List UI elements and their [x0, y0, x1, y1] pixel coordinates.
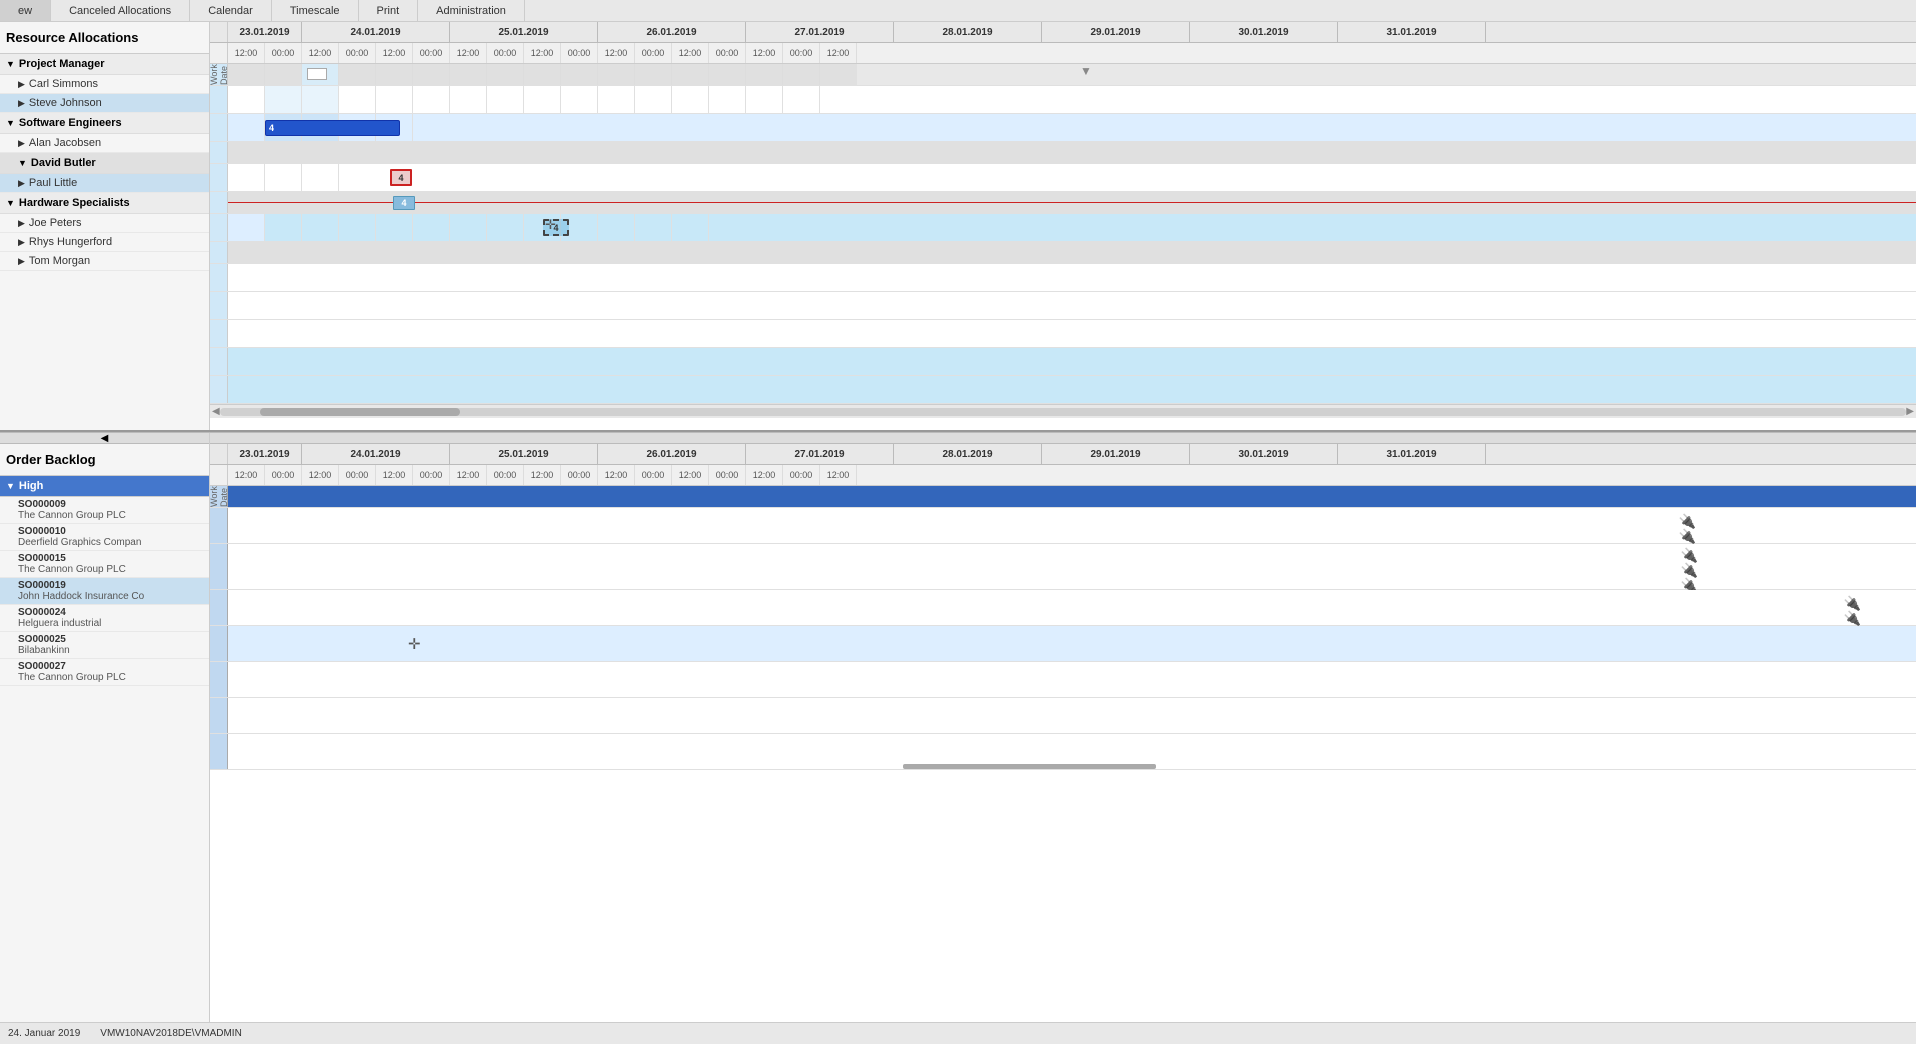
sidebar-item-label-alan: Alan Jacobsen	[29, 137, 101, 149]
sidebar-group-label-se: Software Engineers	[19, 117, 122, 129]
scrollbar-thumb[interactable]	[260, 408, 460, 416]
sidebar-item-david-butler[interactable]: ▼ David Butler	[0, 153, 209, 174]
ob-icon-so000009-2[interactable]: 🔌	[1679, 528, 1696, 545]
collapse-triangle-pm: ▼	[6, 59, 15, 69]
collapse-triangle-db: ▼	[18, 158, 27, 168]
status-date: 24. Januar 2019	[8, 1028, 80, 1039]
menu-timescale[interactable]: Timescale	[272, 0, 359, 21]
sidebar-item-alan-jacobsen[interactable]: ▶ Alan Jacobsen	[0, 134, 209, 153]
bar-label-steve: 4	[266, 123, 277, 133]
collapse-triangle-hs: ▼	[6, 198, 15, 208]
sidebar-item-label-tom: Tom Morgan	[29, 255, 90, 267]
sidebar-group-label-pm: Project Manager	[19, 58, 105, 70]
ob-item-so000010[interactable]: SO000010 Deerfield Graphics Compan	[0, 524, 209, 551]
bar-label-alan: 4	[398, 173, 403, 183]
order-backlog-group-label-high: High	[19, 480, 43, 492]
move-cursor-icon: ✛	[545, 217, 556, 233]
expand-tri-tom: ▶	[18, 256, 25, 267]
workdate-label-ob: Work Date	[210, 486, 229, 507]
ob-icon-so000015-2[interactable]: 🔌	[1844, 610, 1861, 627]
resource-allocations-sidebar: Resource Allocations ▼ Project Manager ▶…	[0, 22, 210, 430]
ob-item-so000009[interactable]: SO000009 The Cannon Group PLC	[0, 497, 209, 524]
ob-item-name-5: Bilabankinn	[18, 645, 203, 656]
collapse-triangle-high: ▼	[6, 481, 15, 491]
bar-label-david: 4	[401, 198, 406, 208]
ob-item-num-0: SO000009	[18, 499, 203, 510]
menu-calendar[interactable]: Calendar	[190, 0, 272, 21]
pane-collapse-handle[interactable]: ◀	[101, 433, 109, 444]
sidebar-item-rhys-hungerford[interactable]: ▶ Rhys Hungerford	[0, 233, 209, 252]
gantt-bar-alan-jacobsen[interactable]: 4	[390, 169, 412, 186]
ob-item-num-1: SO000010	[18, 526, 203, 537]
menu-print[interactable]: Print	[359, 0, 419, 21]
ob-item-so000025[interactable]: SO000025 Bilabankinn	[0, 632, 209, 659]
expand-tri-joe: ▶	[18, 218, 25, 229]
top-menu-bar: ew Canceled Allocations Calendar Timesca…	[0, 0, 1916, 22]
ob-item-num-5: SO000025	[18, 634, 203, 645]
ob-item-name-4: Helguera industrial	[18, 618, 203, 629]
expand-tri-rhys: ▶	[18, 237, 25, 248]
scroll-right-btn[interactable]: ▶	[1906, 406, 1914, 417]
ob-item-num-4: SO000024	[18, 607, 203, 618]
expand-tri-carl: ▶	[18, 79, 25, 90]
ob-item-num-2: SO000015	[18, 553, 203, 564]
sidebar-group-software-engineers[interactable]: ▼ Software Engineers	[0, 113, 209, 134]
resource-allocations-gantt: 23.01.2019 24.01.2019 25.01.2019 26.01.2…	[210, 22, 1916, 430]
gantt-bar-david-butler[interactable]: 4	[393, 196, 415, 210]
order-backlog-gantt: 23.01.2019 24.01.2019 25.01.2019 26.01.2…	[210, 444, 1916, 1022]
collapse-triangle-se: ▼	[6, 118, 15, 128]
resource-allocations-title: Resource Allocations	[0, 22, 209, 54]
ob-item-so000019[interactable]: SO000019 John Haddock Insurance Co	[0, 578, 209, 605]
sidebar-item-label-joe: Joe Peters	[29, 217, 82, 229]
ob-item-name-2: The Cannon Group PLC	[18, 564, 203, 575]
ob-item-so000024[interactable]: SO000024 Helguera industrial	[0, 605, 209, 632]
top-scrollbar[interactable]: ◀ ▶	[210, 404, 1916, 418]
ob-scroll-indicator	[903, 764, 1156, 769]
sidebar-item-label-carl: Carl Simmons	[29, 78, 98, 90]
ob-item-name-3: John Haddock Insurance Co	[18, 591, 203, 602]
gantt-bar-steve-johnson[interactable]: 4	[265, 120, 400, 136]
ob-item-name-0: The Cannon Group PLC	[18, 510, 203, 521]
sidebar-item-label-rhys: Rhys Hungerford	[29, 236, 112, 248]
ob-item-name-6: The Cannon Group PLC	[18, 672, 203, 683]
workdate-label-1: Work Date	[210, 64, 229, 85]
sidebar-group-project-manager[interactable]: ▼ Project Manager	[0, 54, 209, 75]
sidebar-item-tom-morgan[interactable]: ▶ Tom Morgan	[0, 252, 209, 271]
ob-item-name-1: Deerfield Graphics Compan	[18, 537, 203, 548]
expand-tri-steve: ▶	[18, 98, 25, 109]
expand-tri-paul: ▶	[18, 178, 25, 189]
order-backlog-title: Order Backlog	[0, 444, 209, 476]
order-backlog-sidebar: Order Backlog ▼ High SO000009 The Cannon…	[0, 444, 210, 1022]
sidebar-group-label-hs: Hardware Specialists	[19, 197, 130, 209]
ob-item-so000027[interactable]: SO000027 The Cannon Group PLC	[0, 659, 209, 686]
move-cursor-ob: ✛	[408, 635, 421, 653]
ob-item-num-6: SO000027	[18, 661, 203, 672]
sidebar-item-steve-johnson[interactable]: ▶ Steve Johnson	[0, 94, 209, 113]
menu-administration[interactable]: Administration	[418, 0, 525, 21]
status-user: VMW10NAV2018DE\VMADMIN	[100, 1028, 242, 1039]
sidebar-item-label-steve: Steve Johnson	[29, 97, 102, 109]
sidebar-item-label-paul: Paul Little	[29, 177, 77, 189]
sidebar-group-hardware-specialists[interactable]: ▼ Hardware Specialists	[0, 193, 209, 214]
sidebar-item-carl-simmons[interactable]: ▶ Carl Simmons	[0, 75, 209, 94]
sidebar-item-joe-peters[interactable]: ▶ Joe Peters	[0, 214, 209, 233]
status-bar: 24. Januar 2019 VMW10NAV2018DE\VMADMIN	[0, 1022, 1916, 1044]
ob-item-num-3: SO000019	[18, 580, 203, 591]
sidebar-item-paul-little[interactable]: ▶ Paul Little	[0, 174, 209, 193]
order-backlog-group-high[interactable]: ▼ High	[0, 476, 209, 497]
expand-tri-alan: ▶	[18, 138, 25, 149]
scrollbar-track[interactable]	[220, 408, 1907, 416]
ob-item-so000015[interactable]: SO000015 The Cannon Group PLC	[0, 551, 209, 578]
menu-ew[interactable]: ew	[0, 0, 51, 21]
menu-canceled-allocations[interactable]: Canceled Allocations	[51, 0, 190, 21]
scroll-left-btn[interactable]: ◀	[212, 406, 220, 417]
sidebar-item-label-david: David Butler	[31, 157, 96, 169]
